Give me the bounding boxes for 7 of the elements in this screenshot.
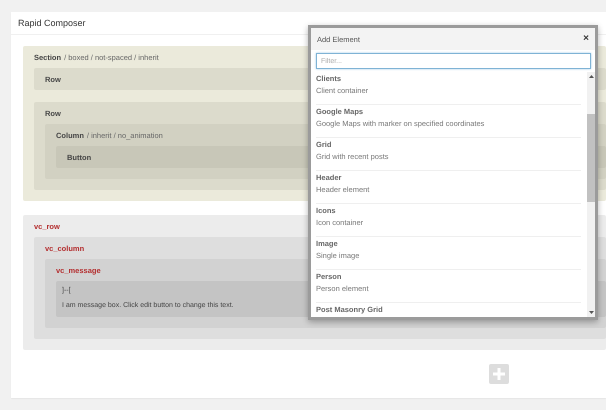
scrollbar[interactable]	[587, 72, 595, 317]
scroll-down-icon	[588, 311, 594, 314]
plus-icon	[493, 368, 505, 380]
scroll-up-icon	[588, 75, 594, 78]
close-button[interactable]: ×	[583, 34, 589, 44]
add-button[interactable]	[489, 364, 509, 384]
panel-title: Rapid Composer	[18, 18, 86, 28]
